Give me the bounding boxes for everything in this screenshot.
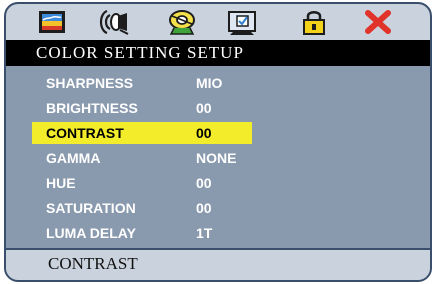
menu-item-value: 00 bbox=[196, 200, 212, 216]
toolbar bbox=[6, 4, 430, 40]
menu-item-luma-delay[interactable]: LUMA DELAY 1T bbox=[32, 222, 252, 244]
setup-menu-frame: COLOR SETTING SETUP SHARPNESS MIO BRIGHT… bbox=[4, 2, 432, 282]
menu-item-label: BRIGHTNESS bbox=[46, 100, 138, 116]
menu-item-value: 00 bbox=[196, 100, 212, 116]
menu-item-label: SATURATION bbox=[46, 200, 136, 216]
menu-item-label: SHARPNESS bbox=[46, 75, 134, 91]
menu-item-value: MIO bbox=[196, 75, 223, 91]
menu-item-value: 1T bbox=[196, 225, 213, 241]
settings-menu: SHARPNESS MIO BRIGHTNESS 00 CONTRAST 00 … bbox=[6, 66, 430, 248]
menu-item-sharpness[interactable]: SHARPNESS MIO bbox=[32, 72, 252, 94]
menu-item-value: NONE bbox=[196, 150, 237, 166]
menu-item-brightness[interactable]: BRIGHTNESS 00 bbox=[32, 97, 252, 119]
exit-icon[interactable] bbox=[362, 8, 394, 36]
menu-item-value: 00 bbox=[196, 125, 212, 141]
checkbox-settings-icon[interactable] bbox=[226, 8, 258, 36]
lock-icon[interactable] bbox=[298, 8, 330, 36]
menu-item-contrast[interactable]: CONTRAST 00 bbox=[32, 122, 252, 144]
disc-settings-icon[interactable] bbox=[166, 8, 198, 36]
menu-item-gamma[interactable]: GAMMA NONE bbox=[32, 147, 252, 169]
menu-item-saturation[interactable]: SATURATION 00 bbox=[32, 197, 252, 219]
menu-item-label: HUE bbox=[46, 175, 76, 191]
audio-settings-icon[interactable] bbox=[98, 8, 130, 36]
menu-item-hue[interactable]: HUE 00 bbox=[32, 172, 252, 194]
menu-item-label: GAMMA bbox=[46, 150, 101, 166]
status-bar: CONTRAST bbox=[6, 248, 430, 280]
page-title: COLOR SETTING SETUP bbox=[6, 40, 430, 66]
menu-item-label: CONTRAST bbox=[46, 125, 124, 141]
picture-settings-icon[interactable] bbox=[36, 8, 68, 36]
menu-item-value: 00 bbox=[196, 175, 212, 191]
menu-item-label: LUMA DELAY bbox=[46, 225, 136, 241]
